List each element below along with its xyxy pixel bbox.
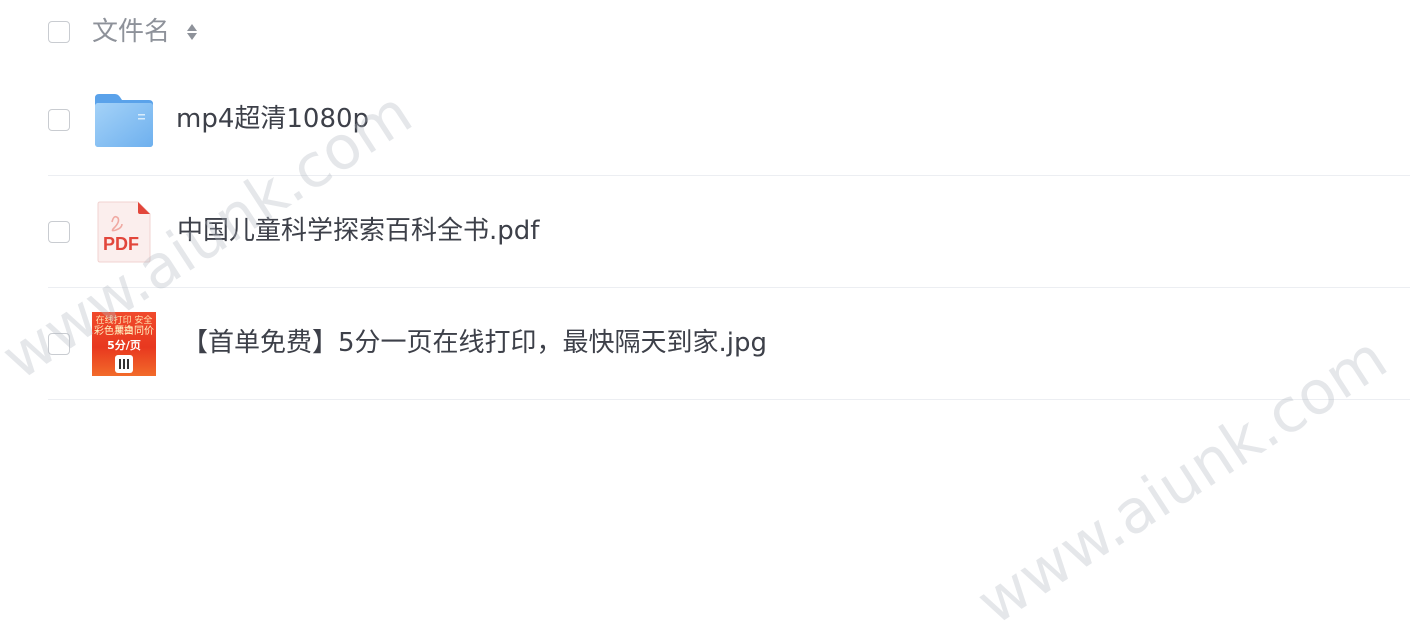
thumbnail-text: 彩色黑白同价 [94, 326, 154, 337]
thumbnail-text: 5分/页 [107, 339, 141, 352]
row-checkbox[interactable] [48, 109, 70, 131]
sort-icon[interactable] [185, 21, 199, 43]
file-row[interactable]: PDF 中国儿童科学探索百科全书.pdf [0, 176, 1410, 288]
select-all-checkbox[interactable] [48, 21, 70, 43]
folder-icon [95, 94, 153, 147]
file-list-header: 文件名 [0, 0, 1410, 64]
column-header-filename[interactable]: 文件名 [92, 14, 170, 50]
file-row[interactable]: 在线打印 安全便捷 彩色黑白同价 5分/页 【首单免费】5分一页在线打印，最快隔… [0, 288, 1410, 400]
file-row[interactable]: mp4超清1080p [0, 64, 1410, 176]
file-name[interactable]: 【首单免费】5分一页在线打印，最快隔天到家.jpg [182, 325, 767, 361]
pdf-file-icon: PDF [97, 201, 151, 263]
row-divider [48, 399, 1410, 400]
image-thumbnail: 在线打印 安全便捷 彩色黑白同价 5分/页 [92, 312, 156, 376]
pdf-icon-label: PDF [103, 234, 139, 254]
qr-code-icon [115, 355, 133, 373]
row-checkbox[interactable] [48, 221, 70, 243]
row-checkbox[interactable] [48, 333, 70, 355]
file-name[interactable]: 中国儿童科学探索百科全书.pdf [177, 213, 539, 249]
file-name[interactable]: mp4超清1080p [176, 101, 369, 137]
